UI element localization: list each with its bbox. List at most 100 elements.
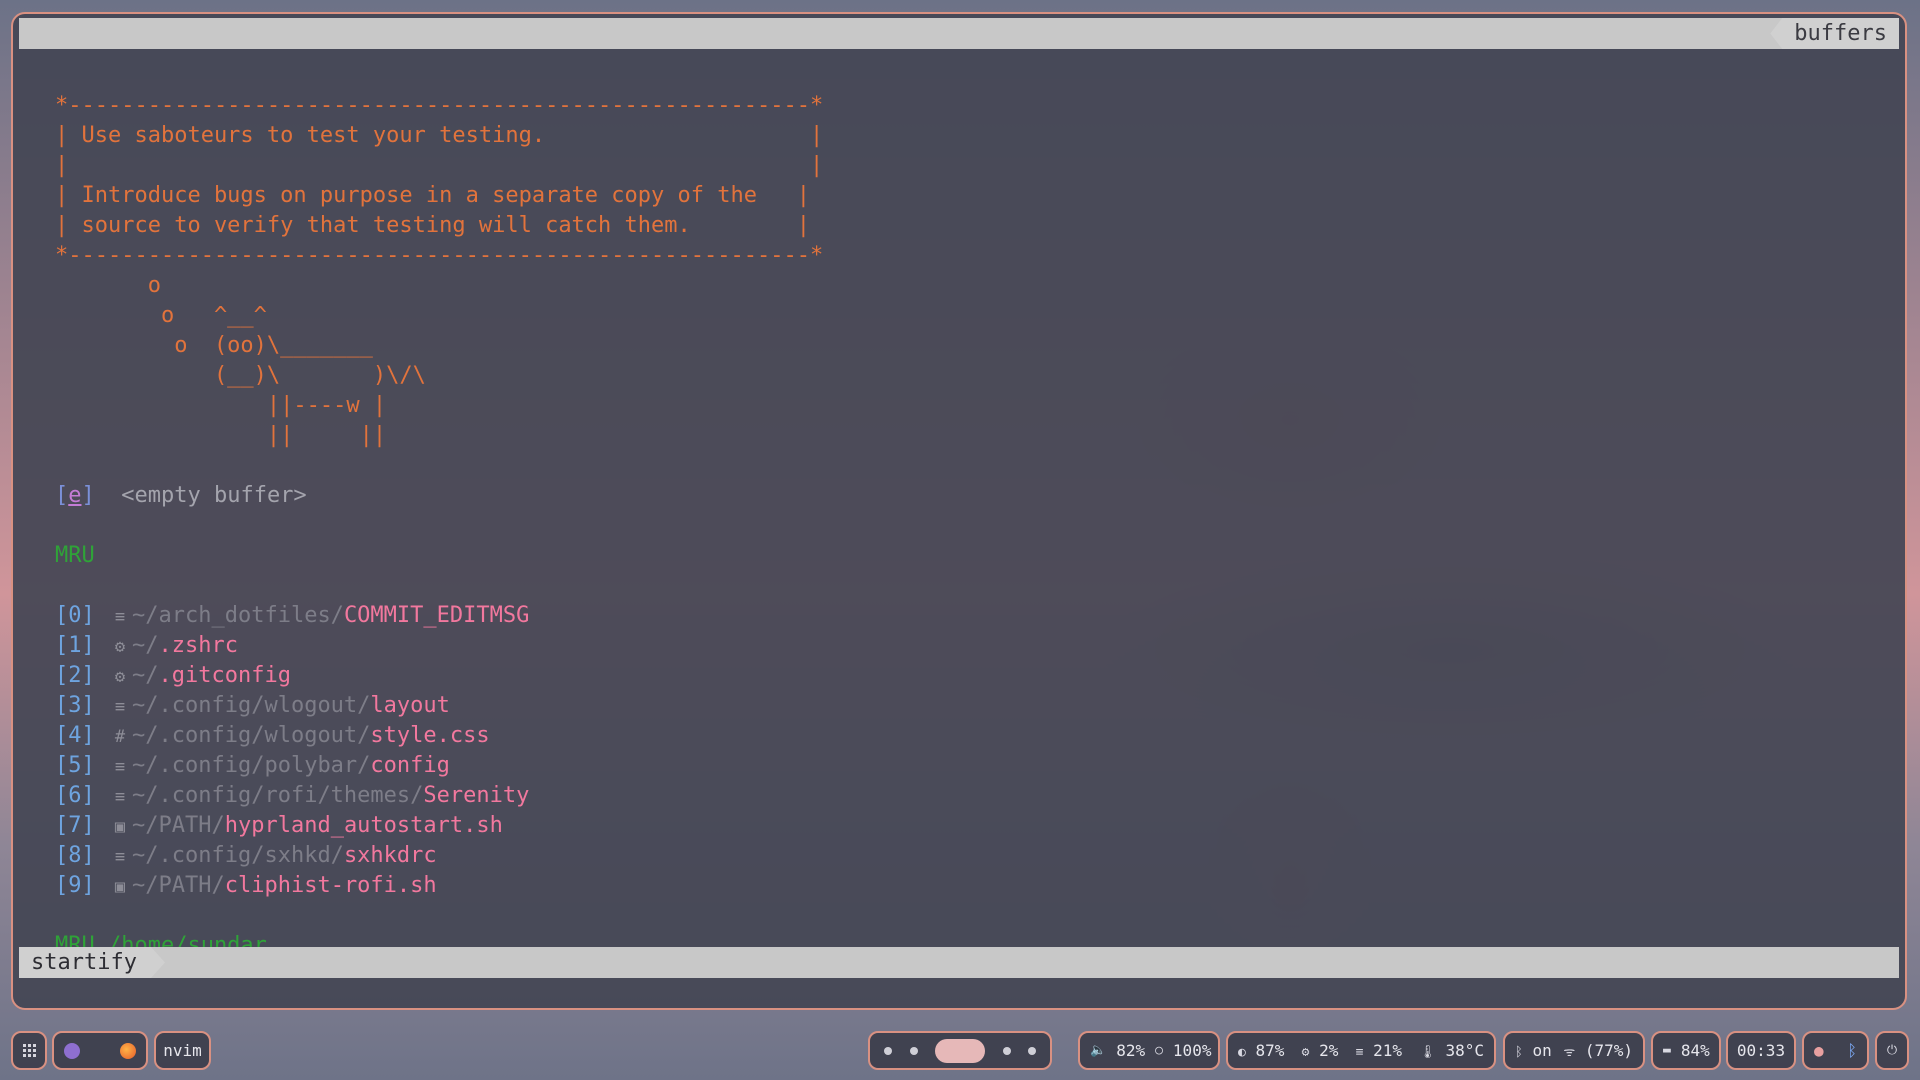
empty-buffer-entry[interactable]: [e] <empty buffer> <box>55 481 1885 511</box>
clock-value: 00:33 <box>1736 1041 1786 1060</box>
volume-icon: 🔈 <box>1090 1043 1107 1058</box>
mru-item-dir: .config/wlogout/ <box>158 693 371 718</box>
cpu-icon: ⚙ <box>1301 1045 1310 1060</box>
mru-item-index: [6] <box>55 783 95 808</box>
mru-item-dir: .config/rofi/themes/ <box>158 783 424 808</box>
banner-line: *---------------------------------------… <box>55 93 824 118</box>
banner-line: | Use saboteurs to test your testing. | <box>55 123 824 148</box>
mru-item-index: [0] <box>55 603 95 628</box>
text-file-icon: ≡ <box>114 787 126 807</box>
mru-item-index: [9] <box>55 873 95 898</box>
disk-icon: ◐ <box>1238 1045 1246 1060</box>
text-file-icon: ≡ <box>114 847 126 867</box>
terminal-window[interactable]: buffers *-------------------------------… <box>11 12 1907 1010</box>
mru-item-dir: .config/polybar/ <box>158 753 371 778</box>
tray-module: ● ᛒ <box>1802 1031 1869 1070</box>
mru-item-file: .zshrc <box>158 633 238 658</box>
mode-indicator: startify <box>19 947 165 978</box>
mru-item-home: ~/ <box>132 843 159 868</box>
mru-item-home: ~/ <box>132 693 159 718</box>
brightness-icon: ○ <box>1155 1043 1163 1058</box>
color-picker-icon[interactable]: ● <box>1814 1041 1824 1060</box>
brightness-value: 100% <box>1172 1041 1212 1060</box>
mru-item-dir: PATH/ <box>158 873 225 898</box>
workspace-active[interactable] <box>935 1038 985 1063</box>
audio-module[interactable]: 🔈 82% ○ 100% <box>1078 1031 1220 1070</box>
wifi-icon: ᯤ <box>1563 1045 1576 1060</box>
mru-item[interactable]: [3] ≡ ~/.config/wlogout/layout <box>55 691 1885 721</box>
mru-header: MRU <box>55 543 95 568</box>
mru-item[interactable]: [4] # ~/.config/wlogout/style.css <box>55 721 1885 751</box>
workspace-2[interactable] <box>909 1046 918 1055</box>
power-button[interactable]: ⏻ <box>1875 1031 1909 1070</box>
taskbar-apps <box>52 1031 148 1070</box>
mru-item-dir: PATH/ <box>158 813 225 838</box>
window-title-text: nvim <box>163 1041 202 1060</box>
workspace-5[interactable] <box>1028 1046 1036 1055</box>
terminal-icon: ▣ <box>114 817 126 837</box>
mru-item-file: layout <box>370 693 450 718</box>
workspaces <box>868 1031 1052 1070</box>
banner-line: *---------------------------------------… <box>55 243 824 268</box>
mru-item-dir: .config/wlogout/ <box>158 723 371 748</box>
thermometer-icon: 🌡 <box>1419 1045 1436 1060</box>
window-title: nvim <box>154 1031 211 1070</box>
mru-list: [0] ≡ ~/arch_dotfiles/COMMIT_EDITMSG [1] ⚙… <box>55 601 1885 901</box>
mru-item-home: ~/ <box>132 753 159 778</box>
mru-item-dir: arch_dotfiles/ <box>158 603 344 628</box>
mru-item-file: .gitconfig <box>158 663 291 688</box>
mru-item[interactable]: [0] ≡ ~/arch_dotfiles/COMMIT_EDITMSG <box>55 601 1885 631</box>
tab-buffers[interactable]: buffers <box>1770 18 1899 49</box>
banner-line: (__)\ )\/\ <box>55 363 426 388</box>
system-stats: ◐ 87% ⚙ 2% ≡ 21% 🌡 38°C <box>1226 1031 1496 1070</box>
mru-item[interactable]: [7] ▣ ~/PATH/hyprland_autostart.sh <box>55 811 1885 841</box>
network-module[interactable]: ᛒ on ᯤ (77%) <box>1503 1031 1645 1070</box>
firefox-icon[interactable] <box>120 1042 136 1059</box>
mru-item[interactable]: [1] ⚙ ~/.zshrc <box>55 631 1885 661</box>
text-file-icon: ≡ <box>114 697 126 717</box>
wifi-value: (77%) <box>1584 1041 1633 1060</box>
bluetooth-value: on <box>1532 1041 1552 1060</box>
mru-item-file: cliphist-rofi.sh <box>224 873 437 898</box>
empty-buffer-key: e <box>68 483 82 508</box>
mru-item[interactable]: [2] ⚙ ~/.gitconfig <box>55 661 1885 691</box>
mru-item-index: [3] <box>55 693 95 718</box>
banner-line: | source to verify that testing will cat… <box>55 213 810 238</box>
workspace-1[interactable] <box>884 1046 892 1055</box>
statusline: startify <box>19 947 1899 978</box>
battery-value: 84% <box>1680 1041 1710 1060</box>
banner-line: || || <box>55 423 387 448</box>
mru-item-file: Serenity <box>423 783 530 808</box>
terminal-icon: ▣ <box>114 877 126 897</box>
mru-item[interactable]: [5] ≡ ~/.config/polybar/config <box>55 751 1885 781</box>
app-launcher-button[interactable] <box>11 1031 47 1070</box>
mru-item-index: [7] <box>55 813 95 838</box>
bluetooth-tray-icon[interactable]: ᛒ <box>1847 1041 1857 1060</box>
banner-line: | | <box>55 153 824 178</box>
disk-value: 87% <box>1255 1041 1285 1060</box>
bluetooth-icon: ᛒ <box>1515 1045 1523 1060</box>
clock-module[interactable]: 00:33 <box>1726 1031 1796 1070</box>
mru-item-index: [8] <box>55 843 95 868</box>
mru-item[interactable]: [6] ≡ ~/.config/rofi/themes/Serenity <box>55 781 1885 811</box>
grid-icon <box>22 1044 36 1057</box>
mru-item-index: [5] <box>55 753 95 778</box>
mru-item-index: [1] <box>55 633 95 658</box>
gear-icon: ⚙ <box>114 637 126 657</box>
mru-item-dir: .config/sxhkd/ <box>158 843 344 868</box>
startify-screen: *---------------------------------------… <box>55 91 1885 961</box>
power-icon: ⏻ <box>1886 1043 1898 1058</box>
mru-item-home: ~/ <box>132 723 159 748</box>
mru-item-home: ~/ <box>132 873 159 898</box>
mru-item[interactable]: [9] ▣ ~/PATH/cliphist-rofi.sh <box>55 871 1885 901</box>
tabline: buffers <box>19 18 1899 49</box>
mru-item-index: [4] <box>55 723 95 748</box>
mru-item-file: hyprland_autostart.sh <box>224 813 503 838</box>
mru-item[interactable]: [8] ≡ ~/.config/sxhkd/sxhkdrc <box>55 841 1885 871</box>
emacs-icon[interactable] <box>64 1042 80 1059</box>
gear-icon: ⚙ <box>114 667 126 687</box>
battery-icon: ▬ <box>1663 1043 1671 1058</box>
text-file-icon: ≡ <box>114 607 126 627</box>
memory-icon: ≡ <box>1355 1045 1364 1060</box>
workspace-4[interactable] <box>1002 1046 1011 1055</box>
